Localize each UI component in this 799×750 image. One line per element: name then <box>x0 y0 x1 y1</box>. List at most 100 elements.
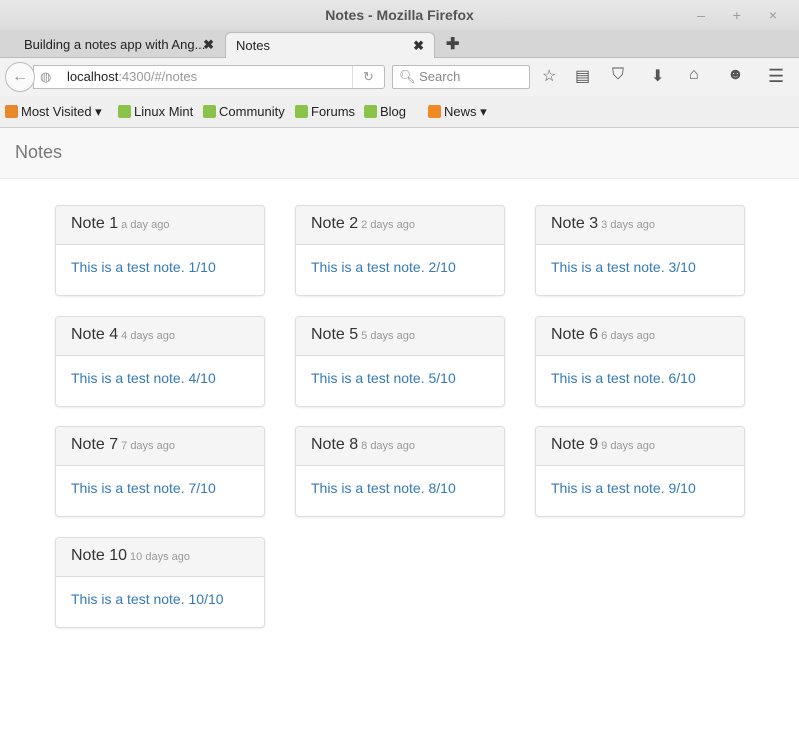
bookmark-label: Most Visited ▾ <box>21 104 102 119</box>
note-body-link[interactable]: This is a test note. 6/10 <box>551 370 696 386</box>
note-card: Note 1a day ago This is a test note. 1/10 <box>55 205 265 296</box>
reading-list-icon[interactable]: ▤ <box>575 66 590 86</box>
menu-hamburger-icon[interactable]: ☰ <box>768 66 784 87</box>
note-header: Note 44 days ago <box>56 317 264 356</box>
note-title: Note 10 <box>71 547 128 564</box>
note-title: Note 7 <box>71 436 119 453</box>
note-body: This is a test note. 8/10 <box>296 466 504 510</box>
note-card: Note 77 days ago This is a test note. 7/1… <box>55 426 265 517</box>
note-timestamp: 6 days ago <box>601 330 655 342</box>
bookmark-icon <box>295 105 308 118</box>
note-body: This is a test note. 1/10 <box>56 245 264 289</box>
note-header: Note 99 days ago <box>536 427 744 466</box>
note-timestamp: a day ago <box>121 219 170 231</box>
bookmark-label: Forums <box>311 104 356 119</box>
url-bar[interactable]: ◍ localhost:4300/#/notes ↻ <box>33 65 385 89</box>
bookmark-forums[interactable]: Forums <box>295 104 355 119</box>
globe-icon: ◍ <box>40 69 52 84</box>
close-icon[interactable]: ✖ <box>203 32 214 58</box>
note-header: Note 22 days ago <box>296 206 504 245</box>
bookmark-label: Blog <box>380 104 407 119</box>
note-header: Note 33 days ago <box>536 206 744 245</box>
search-icon: 🔍︎ <box>399 69 416 84</box>
note-title: Note 1 <box>71 215 119 232</box>
note-card: Note 22 days ago This is a test note. 2/1… <box>295 205 505 296</box>
note-body-link[interactable]: This is a test note. 3/10 <box>551 259 696 275</box>
url-text[interactable]: localhost:4300/#/notes <box>67 66 197 88</box>
bookmark-news[interactable]: News ▾ <box>428 104 487 120</box>
note-title: Note 9 <box>551 436 599 453</box>
note-card: Note 66 days ago This is a test note. 6/1… <box>535 316 745 407</box>
nav-toolbar: ◍ localhost:4300/#/notes ↻ ← 🔍︎ Search ☆… <box>0 58 799 96</box>
bookmark-label: Community <box>219 104 285 119</box>
back-arrow-icon[interactable]: ← <box>5 62 35 92</box>
note-card: Note 44 days ago This is a test note. 4/1… <box>55 316 265 407</box>
close-icon[interactable]: ✖ <box>413 33 424 59</box>
bookmark-icon <box>118 105 131 118</box>
note-header: Note 88 days ago <box>296 427 504 466</box>
bookmark-linux-mint[interactable]: Linux Mint <box>118 104 193 119</box>
note-timestamp: 8 days ago <box>361 440 415 452</box>
note-card: Note 88 days ago This is a test note. 8/1… <box>295 426 505 517</box>
note-body-link[interactable]: This is a test note. 10/10 <box>71 591 224 607</box>
note-body: This is a test note. 4/10 <box>56 356 264 400</box>
note-body-link[interactable]: This is a test note. 9/10 <box>551 480 696 496</box>
note-body-link[interactable]: This is a test note. 5/10 <box>311 370 456 386</box>
search-input[interactable]: 🔍︎ Search <box>392 65 530 89</box>
note-title: Note 4 <box>71 326 119 343</box>
note-body-link[interactable]: This is a test note. 1/10 <box>71 259 216 275</box>
app-navbar: Notes <box>0 128 799 179</box>
note-card: Note 55 days ago This is a test note. 5/1… <box>295 316 505 407</box>
home-icon[interactable]: ⌂ <box>689 66 699 84</box>
reload-icon[interactable]: ↻ <box>352 66 384 88</box>
tab-strip: Building a notes app with Ang... ✖ Notes ✖… <box>0 30 799 58</box>
bookmark-icon <box>203 105 216 118</box>
bookmark-star-icon[interactable]: ☆ <box>542 66 556 86</box>
note-header: Note 77 days ago <box>56 427 264 466</box>
note-body: This is a test note. 10/10 <box>56 577 264 621</box>
note-header: Note 1a day ago <box>56 206 264 245</box>
bookmarks-toolbar: Most Visited ▾ Linux Mint Community Forums B… <box>0 96 799 128</box>
note-card: Note 99 days ago This is a test note. 9/1… <box>535 426 745 517</box>
search-placeholder: Search <box>419 69 461 84</box>
note-timestamp: 3 days ago <box>601 219 655 231</box>
note-title: Note 3 <box>551 215 599 232</box>
note-header: Note 10 10 days ago <box>56 538 264 577</box>
note-body-link[interactable]: This is a test note. 8/10 <box>311 480 456 496</box>
note-card: Note 10 10 days ago This is a test note. 1… <box>55 537 265 628</box>
note-timestamp: 10 days ago <box>130 551 190 563</box>
note-body: This is a test note. 5/10 <box>296 356 504 400</box>
note-body-link[interactable]: This is a test note. 4/10 <box>71 370 216 386</box>
note-body: This is a test note. 9/10 <box>536 466 744 510</box>
note-header: Note 55 days ago <box>296 317 504 356</box>
note-timestamp: 2 days ago <box>361 219 415 231</box>
bookmark-blog[interactable]: Blog <box>364 104 406 119</box>
bookmark-icon <box>428 105 441 118</box>
new-tab-plus-icon[interactable]: ✚ <box>446 32 459 58</box>
bookmark-community[interactable]: Community <box>203 104 285 119</box>
note-title: Note 5 <box>311 326 359 343</box>
tab-notes[interactable]: Notes ✖ <box>225 32 435 58</box>
tab-label: Building a notes app with Ang... <box>24 37 206 52</box>
note-body: This is a test note. 3/10 <box>536 245 744 289</box>
note-timestamp: 7 days ago <box>121 440 175 452</box>
note-header: Note 66 days ago <box>536 317 744 356</box>
pocket-icon[interactable]: ⛉ <box>612 66 624 84</box>
note-title: Note 8 <box>311 436 359 453</box>
window-controls[interactable]: – + × <box>697 0 789 30</box>
note-body: This is a test note. 6/10 <box>536 356 744 400</box>
note-timestamp: 4 days ago <box>121 330 175 342</box>
chat-smiley-icon[interactable]: ☻ <box>727 66 744 84</box>
tab-building-notes-app[interactable]: Building a notes app with Ang... ✖ <box>14 32 224 58</box>
note-body-link[interactable]: This is a test note. 2/10 <box>311 259 456 275</box>
download-icon[interactable]: ⬇ <box>651 66 664 86</box>
bookmark-label: News ▾ <box>444 104 487 119</box>
note-body: This is a test note. 2/10 <box>296 245 504 289</box>
window-title: Notes - Mozilla Firefox <box>325 7 474 23</box>
app-brand[interactable]: Notes <box>15 142 62 162</box>
note-timestamp: 5 days ago <box>361 330 415 342</box>
bookmark-most-visited[interactable]: Most Visited ▾ <box>5 104 102 120</box>
bookmark-icon <box>5 105 18 118</box>
note-body-link[interactable]: This is a test note. 7/10 <box>71 480 216 496</box>
window-titlebar: Notes - Mozilla Firefox – + × <box>0 0 799 30</box>
